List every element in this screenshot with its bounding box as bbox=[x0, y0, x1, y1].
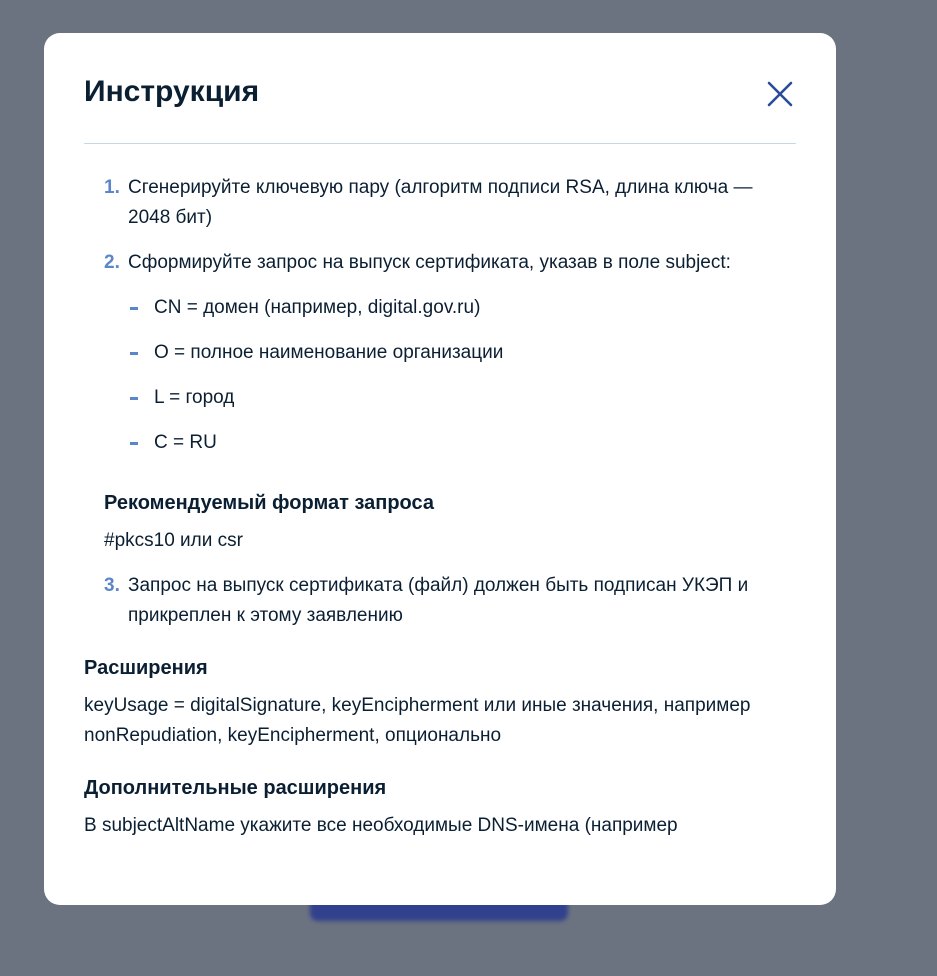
subject-fields-list: CN = домен (например, digital.gov.ru) O … bbox=[84, 293, 796, 458]
request-format-text: #pkcs10 или csr bbox=[104, 530, 243, 551]
step-text: Сформируйте запрос на выпуск сертификата… bbox=[128, 252, 731, 273]
dash-bullet bbox=[130, 352, 138, 355]
instruction-content: 1. Сгенерируйте ключевую пару (алгоритм … bbox=[84, 173, 796, 841]
list-item: O = полное наименование организации bbox=[84, 338, 796, 368]
title-divider bbox=[84, 143, 796, 144]
step-number: 3. bbox=[104, 575, 120, 596]
instruction-modal: Инструкция 1. Сгенерируйте ключевую пару… bbox=[44, 33, 836, 905]
step-text: Сгенерируйте ключевую пару (алгоритм под… bbox=[128, 177, 753, 228]
additional-extensions-text: В subjectAltName укажите все необходимые… bbox=[84, 815, 678, 836]
additional-extensions-heading: Дополнительные расширения bbox=[84, 777, 387, 799]
dash-bullet bbox=[130, 442, 138, 445]
list-item-text: L = город bbox=[154, 387, 235, 408]
list-item: C = RU bbox=[84, 428, 796, 458]
list-item-text: C = RU bbox=[154, 432, 217, 453]
step-item: 3. Запрос на выпуск сертификата (файл) д… bbox=[84, 571, 796, 631]
list-item-text: CN = домен (например, digital.gov.ru) bbox=[154, 297, 481, 318]
extensions-heading: Расширения bbox=[84, 657, 208, 679]
modal-title: Инструкция bbox=[84, 75, 260, 108]
step-number: 2. bbox=[104, 252, 120, 273]
list-item: CN = домен (например, digital.gov.ru) bbox=[84, 293, 796, 323]
dash-bullet bbox=[130, 397, 138, 400]
list-item: L = город bbox=[84, 383, 796, 413]
request-format-heading: Рекомендуемый формат запроса bbox=[104, 492, 434, 514]
step-text: Запрос на выпуск сертификата (файл) долж… bbox=[128, 575, 749, 626]
list-item-text: O = полное наименование организации bbox=[154, 342, 504, 363]
close-button[interactable] bbox=[764, 78, 796, 110]
extensions-text: keyUsage = digitalSignature, keyEncipher… bbox=[84, 695, 751, 746]
step-item: 1. Сгенерируйте ключевую пару (алгоритм … bbox=[84, 173, 796, 233]
step-item: 2. Сформируйте запрос на выпуск сертифик… bbox=[84, 248, 796, 278]
close-icon bbox=[767, 81, 793, 107]
step-number: 1. bbox=[104, 177, 120, 198]
dash-bullet bbox=[130, 307, 138, 310]
